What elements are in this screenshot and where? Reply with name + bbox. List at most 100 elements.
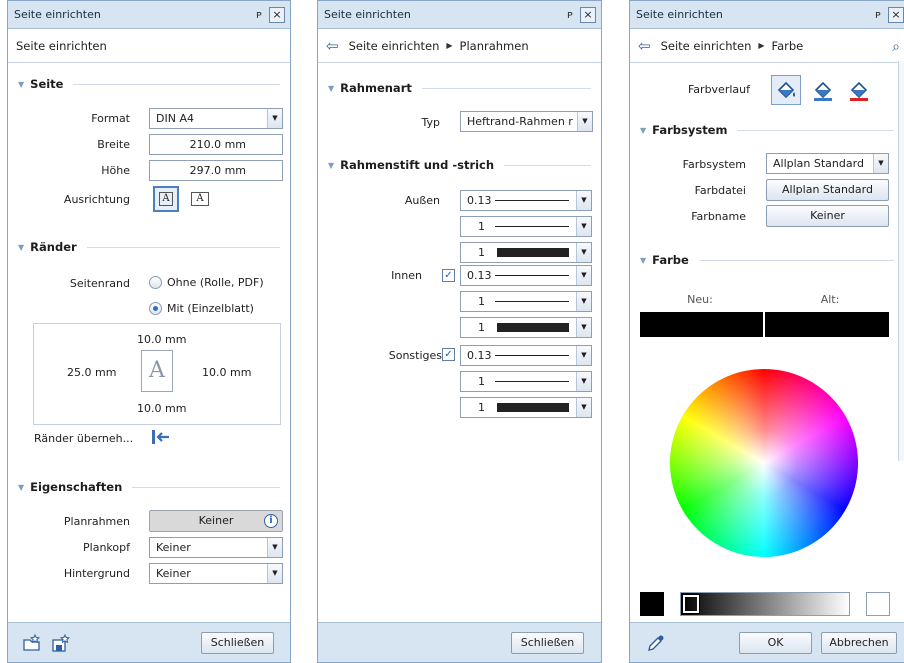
dropdown-arrow-icon[interactable]: ▼ (576, 372, 591, 391)
farbsystem-select[interactable]: Allplan Standard ▼ (766, 153, 889, 174)
margin-left-value[interactable]: 25.0 mm (67, 366, 116, 379)
line-select[interactable]: 1 ▼ (460, 216, 592, 237)
collapse-arrow-icon[interactable]: ▼ (640, 126, 646, 135)
close-button[interactable]: Schließen (511, 632, 584, 654)
dropdown-arrow-icon[interactable]: ▼ (267, 109, 282, 128)
breadcrumb-item-current: Planrahmen (459, 38, 529, 53)
hintergrund-select[interactable]: Keiner ▼ (149, 563, 283, 584)
line-select[interactable]: 1 ▼ (460, 291, 592, 312)
breadcrumb-item[interactable]: Seite einrichten (349, 39, 440, 53)
portrait-orientation-button[interactable]: A (153, 186, 179, 212)
scrollbar[interactable] (898, 61, 904, 461)
dropdown-arrow-icon[interactable]: ▼ (576, 243, 591, 262)
radio-mit[interactable]: Mit (Einzelblatt) (149, 302, 254, 315)
section-raender[interactable]: ▼ Ränder (18, 239, 280, 255)
breite-field[interactable]: 210.0 mm (149, 134, 283, 155)
section-seite[interactable]: ▼ Seite (18, 76, 280, 92)
dropdown-arrow-icon[interactable]: ▼ (576, 191, 591, 210)
typ-select[interactable]: Heftrand-Rahmen r ▼ (460, 111, 593, 132)
back-arrow-icon[interactable]: ⇦ (326, 37, 339, 55)
save-favorite-icon[interactable] (51, 633, 71, 653)
dropdown-arrow-icon[interactable]: ▼ (576, 292, 591, 311)
pen-select[interactable]: 0.13 ▼ (460, 345, 592, 366)
cancel-button[interactable]: Abbrechen (821, 632, 897, 654)
farbname-button[interactable]: Keiner (766, 205, 889, 227)
color-wheel[interactable] (670, 369, 858, 557)
dropdown-arrow-icon[interactable]: ▼ (267, 538, 282, 557)
dropdown-arrow-icon[interactable]: ▼ (576, 346, 591, 365)
radio-ohne[interactable]: Ohne (Rolle, PDF) (149, 276, 264, 289)
ok-button[interactable]: OK (739, 632, 812, 654)
load-favorite-icon[interactable] (22, 633, 42, 653)
color-select[interactable]: 1 ▼ (460, 317, 592, 338)
margin-top-value[interactable]: 10.0 mm (137, 333, 186, 346)
white-swatch[interactable] (866, 592, 890, 616)
section-rahmenstift[interactable]: ▼ Rahmenstift und -strich (328, 157, 591, 173)
close-button[interactable]: Schließen (201, 632, 274, 654)
search-icon[interactable]: ⌕ (892, 39, 900, 55)
hintergrund-label: Hintergrund (63, 567, 130, 580)
apply-margins-icon[interactable] (151, 429, 171, 445)
slider-thumb[interactable] (682, 594, 700, 614)
old-color-swatch[interactable] (765, 312, 889, 337)
pen-value: 0.13 (467, 194, 492, 207)
section-farbsystem[interactable]: ▼ Farbsystem (640, 122, 894, 138)
innen-checkbox[interactable]: ✓ (442, 269, 455, 282)
pin-icon[interactable]: ᴩ (563, 8, 577, 21)
breadcrumb-item[interactable]: Seite einrichten (661, 39, 752, 53)
dropdown-arrow-icon[interactable]: ▼ (576, 398, 591, 417)
sonstiges-checkbox[interactable]: ✓ (442, 348, 455, 361)
breadcrumb-separator-icon: ▶ (758, 41, 765, 50)
section-rahmenart[interactable]: ▼ Rahmenart (328, 80, 591, 96)
section-eigenschaften[interactable]: ▼ Eigenschaften (18, 479, 280, 495)
info-icon[interactable]: i (264, 514, 278, 528)
eyedropper-icon[interactable] (646, 633, 666, 653)
back-arrow-icon[interactable]: ⇦ (638, 37, 651, 55)
dropdown-arrow-icon[interactable]: ▼ (576, 266, 591, 285)
pin-icon[interactable]: ᴩ (252, 8, 266, 21)
collapse-arrow-icon[interactable]: ▼ (328, 161, 334, 170)
collapse-arrow-icon[interactable]: ▼ (640, 256, 646, 265)
close-icon[interactable]: × (580, 6, 596, 23)
black-swatch[interactable] (640, 592, 664, 616)
hoehe-field[interactable]: 297.0 mm (149, 160, 283, 181)
pen-select[interactable]: 0.13 ▼ (460, 190, 592, 211)
collapse-arrow-icon[interactable]: ▼ (328, 84, 334, 93)
color-select[interactable]: 1 ▼ (460, 242, 592, 263)
margin-right-value[interactable]: 10.0 mm (202, 366, 251, 379)
section-divider (737, 129, 894, 131)
pin-icon[interactable]: ᴩ (871, 8, 885, 21)
format-label: Format (91, 112, 130, 125)
brightness-slider[interactable] (680, 592, 850, 616)
collapse-arrow-icon[interactable]: ▼ (18, 483, 24, 492)
plankopf-select[interactable]: Keiner ▼ (149, 537, 283, 558)
farbdatei-button[interactable]: Allplan Standard (766, 179, 889, 201)
collapse-arrow-icon[interactable]: ▼ (18, 243, 24, 252)
panel-titlebar[interactable]: Seite einrichten ᴩ × (8, 1, 290, 29)
dropdown-arrow-icon[interactable]: ▼ (577, 112, 592, 131)
dropdown-arrow-icon[interactable]: ▼ (576, 318, 591, 337)
dropdown-arrow-icon[interactable]: ▼ (267, 564, 282, 583)
section-divider (86, 246, 280, 248)
fill-bucket-icon[interactable] (771, 75, 801, 105)
radio-button-selected[interactable] (149, 302, 162, 315)
margin-bottom-value[interactable]: 10.0 mm (137, 402, 186, 415)
close-icon[interactable]: × (269, 6, 285, 23)
panel-titlebar[interactable]: Seite einrichten ᴩ × (318, 1, 601, 29)
close-icon[interactable]: × (888, 6, 904, 23)
color-select[interactable]: 1 ▼ (460, 397, 592, 418)
farbname-label: Farbname (691, 210, 746, 223)
planrahmen-button[interactable]: Keiner i (149, 510, 283, 532)
line-select[interactable]: 1 ▼ (460, 371, 592, 392)
fill-bucket-blue-icon[interactable] (808, 75, 838, 105)
panel-titlebar[interactable]: Seite einrichten ᴩ × (630, 1, 904, 29)
format-select[interactable]: DIN A4 ▼ (149, 108, 283, 129)
fill-bucket-red-icon[interactable] (844, 75, 874, 105)
pen-select[interactable]: 0.13 ▼ (460, 265, 592, 286)
dropdown-arrow-icon[interactable]: ▼ (873, 154, 888, 173)
landscape-orientation-button[interactable]: A (188, 188, 212, 210)
collapse-arrow-icon[interactable]: ▼ (18, 80, 24, 89)
section-farbe[interactable]: ▼ Farbe (640, 252, 894, 268)
radio-button[interactable] (149, 276, 162, 289)
dropdown-arrow-icon[interactable]: ▼ (576, 217, 591, 236)
